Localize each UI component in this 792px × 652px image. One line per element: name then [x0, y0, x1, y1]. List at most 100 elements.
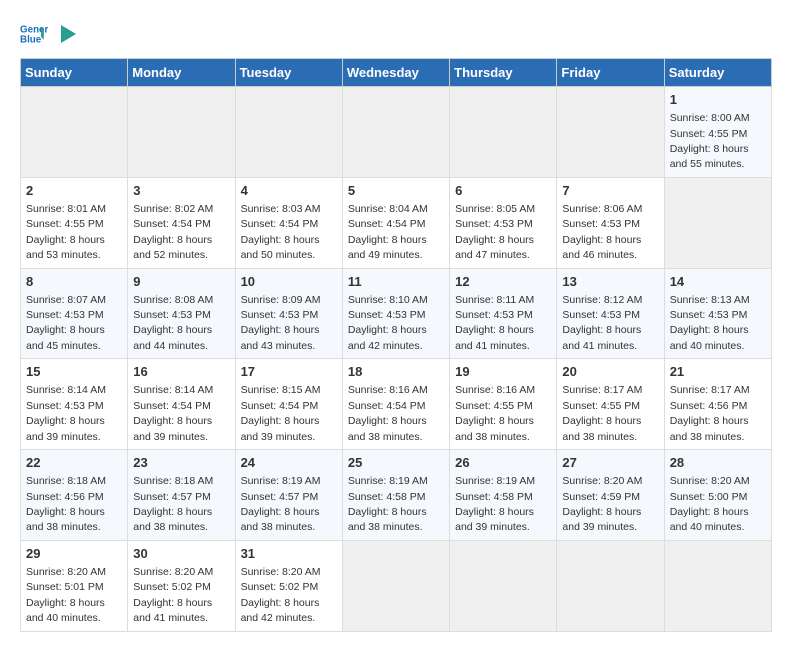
- day-cell-25: 25 Sunrise: 8:19 AMSunset: 4:58 PMDayligh…: [342, 450, 449, 541]
- day-number: 13: [562, 273, 658, 291]
- day-number: 8: [26, 273, 122, 291]
- day-info: Sunrise: 8:05 AMSunset: 4:53 PMDaylight:…: [455, 203, 535, 261]
- day-cell-3: 3Sunrise: 8:02 AMSunset: 4:54 PMDaylight…: [128, 177, 235, 268]
- page-header: General Blue: [20, 20, 772, 48]
- day-cell-19: 19 Sunrise: 8:16 AMSunset: 4:55 PMDayligh…: [450, 359, 557, 450]
- day-cell-9: 9 Sunrise: 8:08 AMSunset: 4:53 PMDaylight…: [128, 268, 235, 359]
- day-cell-23: 23Sunrise: 8:18 AMSunset: 4:57 PMDayligh…: [128, 450, 235, 541]
- day-info: Sunrise: 8:13 AMSunset: 4:53 PMDaylight:…: [670, 294, 750, 352]
- day-cell-20: 20 Sunrise: 8:17 AMSunset: 4:55 PMDayligh…: [557, 359, 664, 450]
- day-info: Sunrise: 8:07 AMSunset: 4:53 PMDaylight:…: [26, 294, 106, 352]
- empty-cell: [557, 87, 664, 178]
- col-header-monday: Monday: [128, 59, 235, 87]
- empty-cell: [664, 540, 771, 631]
- day-cell-11: 11 Sunrise: 8:10 AMSunset: 4:53 PMDayligh…: [342, 268, 449, 359]
- day-info: Sunrise: 8:09 AMSunset: 4:53 PMDaylight:…: [241, 294, 321, 352]
- day-number: 5: [348, 182, 444, 200]
- day-cell-29: 29Sunrise: 8:20 AMSunset: 5:01 PMDayligh…: [21, 540, 128, 631]
- week-row-6: 29Sunrise: 8:20 AMSunset: 5:01 PMDayligh…: [21, 540, 772, 631]
- day-info: Sunrise: 8:10 AMSunset: 4:53 PMDaylight:…: [348, 294, 428, 352]
- day-info: Sunrise: 8:14 AMSunset: 4:54 PMDaylight:…: [133, 384, 213, 442]
- day-cell-26: 26 Sunrise: 8:19 AMSunset: 4:58 PMDayligh…: [450, 450, 557, 541]
- day-number: 1: [670, 91, 766, 109]
- col-header-saturday: Saturday: [664, 59, 771, 87]
- day-info: Sunrise: 8:03 AMSunset: 4:54 PMDaylight:…: [241, 203, 321, 261]
- day-info: Sunrise: 8:20 AMSunset: 5:02 PMDaylight:…: [133, 566, 213, 624]
- day-cell-22: 22 Sunrise: 8:18 AMSunset: 4:56 PMDayligh…: [21, 450, 128, 541]
- day-cell-16: 16 Sunrise: 8:14 AMSunset: 4:54 PMDayligh…: [128, 359, 235, 450]
- day-number: 22: [26, 454, 122, 472]
- day-number: 21: [670, 363, 766, 381]
- day-number: 7: [562, 182, 658, 200]
- logo-arrow-icon: [56, 23, 78, 45]
- day-number: 14: [670, 273, 766, 291]
- empty-cell: [235, 87, 342, 178]
- day-number: 31: [241, 545, 337, 563]
- empty-cell: [664, 177, 771, 268]
- day-info: Sunrise: 8:01 AMSunset: 4:55 PMDaylight:…: [26, 203, 106, 261]
- day-cell-21: 21 Sunrise: 8:17 AMSunset: 4:56 PMDayligh…: [664, 359, 771, 450]
- day-info: Sunrise: 8:11 AMSunset: 4:53 PMDaylight:…: [455, 294, 534, 352]
- day-cell-4: 4 Sunrise: 8:03 AMSunset: 4:54 PMDaylight…: [235, 177, 342, 268]
- col-header-wednesday: Wednesday: [342, 59, 449, 87]
- day-info: Sunrise: 8:19 AMSunset: 4:58 PMDaylight:…: [455, 475, 535, 533]
- day-info: Sunrise: 8:02 AMSunset: 4:54 PMDaylight:…: [133, 203, 213, 261]
- week-row-4: 15 Sunrise: 8:14 AMSunset: 4:53 PMDayligh…: [21, 359, 772, 450]
- day-number: 15: [26, 363, 122, 381]
- day-cell-6: 6Sunrise: 8:05 AMSunset: 4:53 PMDaylight…: [450, 177, 557, 268]
- day-info: Sunrise: 8:14 AMSunset: 4:53 PMDaylight:…: [26, 384, 106, 442]
- day-cell-8: 8 Sunrise: 8:07 AMSunset: 4:53 PMDaylight…: [21, 268, 128, 359]
- day-cell-18: 18 Sunrise: 8:16 AMSunset: 4:54 PMDayligh…: [342, 359, 449, 450]
- empty-cell: [21, 87, 128, 178]
- day-cell-27: 27Sunrise: 8:20 AMSunset: 4:59 PMDayligh…: [557, 450, 664, 541]
- day-info: Sunrise: 8:06 AMSunset: 4:53 PMDaylight:…: [562, 203, 642, 261]
- empty-cell: [342, 87, 449, 178]
- day-info: Sunrise: 8:20 AMSunset: 5:00 PMDaylight:…: [670, 475, 750, 533]
- day-number: 12: [455, 273, 551, 291]
- day-info: Sunrise: 8:18 AMSunset: 4:57 PMDaylight:…: [133, 475, 213, 533]
- header-row: SundayMondayTuesdayWednesdayThursdayFrid…: [21, 59, 772, 87]
- day-info: Sunrise: 8:16 AMSunset: 4:54 PMDaylight:…: [348, 384, 428, 442]
- day-info: Sunrise: 8:19 AMSunset: 4:58 PMDaylight:…: [348, 475, 428, 533]
- day-number: 11: [348, 273, 444, 291]
- day-info: Sunrise: 8:18 AMSunset: 4:56 PMDaylight:…: [26, 475, 106, 533]
- day-number: 17: [241, 363, 337, 381]
- day-info: Sunrise: 8:04 AMSunset: 4:54 PMDaylight:…: [348, 203, 428, 261]
- day-info: Sunrise: 8:19 AMSunset: 4:57 PMDaylight:…: [241, 475, 321, 533]
- day-number: 26: [455, 454, 551, 472]
- day-number: 30: [133, 545, 229, 563]
- day-number: 16: [133, 363, 229, 381]
- day-number: 25: [348, 454, 444, 472]
- day-info: Sunrise: 8:08 AMSunset: 4:53 PMDaylight:…: [133, 294, 213, 352]
- day-info: Sunrise: 8:15 AMSunset: 4:54 PMDaylight:…: [241, 384, 321, 442]
- week-row-5: 22 Sunrise: 8:18 AMSunset: 4:56 PMDayligh…: [21, 450, 772, 541]
- day-number: 4: [241, 182, 337, 200]
- day-number: 2: [26, 182, 122, 200]
- day-number: 20: [562, 363, 658, 381]
- day-number: 18: [348, 363, 444, 381]
- week-row-3: 8 Sunrise: 8:07 AMSunset: 4:53 PMDaylight…: [21, 268, 772, 359]
- day-cell-17: 17 Sunrise: 8:15 AMSunset: 4:54 PMDayligh…: [235, 359, 342, 450]
- week-row-2: 2 Sunrise: 8:01 AMSunset: 4:55 PMDaylight…: [21, 177, 772, 268]
- logo: General Blue: [20, 20, 78, 48]
- day-cell-14: 14 Sunrise: 8:13 AMSunset: 4:53 PMDayligh…: [664, 268, 771, 359]
- day-info: Sunrise: 8:17 AMSunset: 4:56 PMDaylight:…: [670, 384, 750, 442]
- day-info: Sunrise: 8:12 AMSunset: 4:53 PMDaylight:…: [562, 294, 642, 352]
- col-header-tuesday: Tuesday: [235, 59, 342, 87]
- empty-cell: [557, 540, 664, 631]
- day-info: Sunrise: 8:16 AMSunset: 4:55 PMDaylight:…: [455, 384, 535, 442]
- day-number: 10: [241, 273, 337, 291]
- day-cell-31: 31 Sunrise: 8:20 AMSunset: 5:02 PMDayligh…: [235, 540, 342, 631]
- day-cell-10: 10 Sunrise: 8:09 AMSunset: 4:53 PMDayligh…: [235, 268, 342, 359]
- day-info: Sunrise: 8:20 AMSunset: 5:01 PMDaylight:…: [26, 566, 106, 624]
- day-cell-28: 28 Sunrise: 8:20 AMSunset: 5:00 PMDayligh…: [664, 450, 771, 541]
- day-info: Sunrise: 8:20 AMSunset: 5:02 PMDaylight:…: [241, 566, 321, 624]
- day-number: 19: [455, 363, 551, 381]
- col-header-friday: Friday: [557, 59, 664, 87]
- empty-cell: [342, 540, 449, 631]
- day-cell-12: 12 Sunrise: 8:11 AMSunset: 4:53 PMDayligh…: [450, 268, 557, 359]
- day-number: 28: [670, 454, 766, 472]
- day-info: Sunrise: 8:17 AMSunset: 4:55 PMDaylight:…: [562, 384, 642, 442]
- day-number: 9: [133, 273, 229, 291]
- empty-cell: [450, 540, 557, 631]
